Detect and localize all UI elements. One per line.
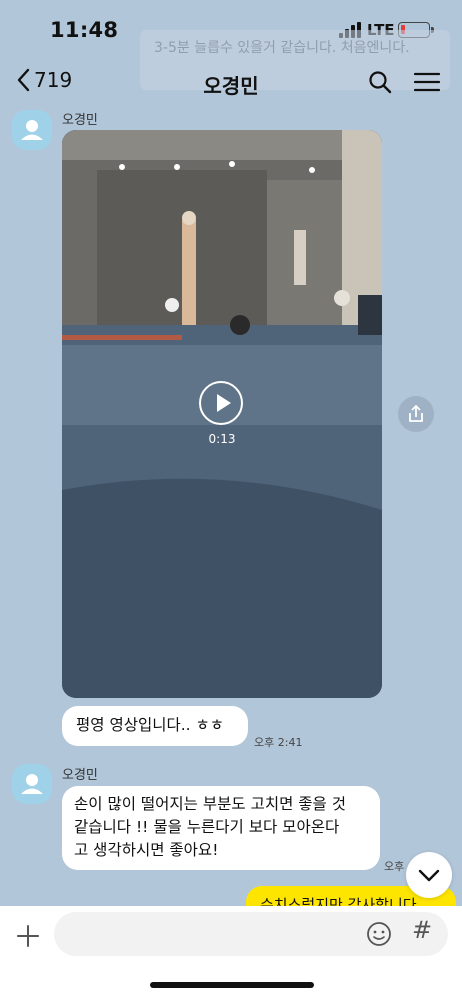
- message-bubble[interactable]: 손이 많이 떨어지는 부분도 고치면 좋을 것 같습니다 !! 물을 누른다기 …: [62, 786, 380, 870]
- share-icon: [409, 404, 423, 422]
- message-time: 오후 2:41: [254, 736, 303, 749]
- video-message[interactable]: 0:13: [62, 130, 382, 698]
- chat-title: 오경민: [203, 74, 259, 98]
- person-icon: [21, 774, 43, 794]
- chevron-down-icon: [418, 869, 440, 882]
- person-icon: [21, 120, 43, 140]
- message-bubble[interactable]: 평영 영상입니다.. ㅎㅎ: [62, 706, 248, 746]
- hash-icon[interactable]: #: [412, 916, 432, 944]
- search-icon[interactable]: [368, 70, 392, 94]
- sender-name: 오경민: [62, 113, 98, 128]
- avatar[interactable]: [12, 764, 52, 804]
- emoji-icon[interactable]: [366, 921, 392, 947]
- home-indicator: [150, 982, 314, 988]
- chat-header: 719 오경민: [0, 56, 462, 108]
- avatar[interactable]: [12, 110, 52, 150]
- message-line: 같습니다 !! 물을 누른다기 보다 모아온다: [74, 818, 340, 836]
- menu-icon[interactable]: [414, 72, 440, 92]
- message-line: 손이 많이 떨어지는 부분도 고치면 좋을 것: [74, 795, 346, 813]
- message-time: 오후: [384, 860, 405, 873]
- scroll-to-bottom-button[interactable]: [406, 852, 452, 898]
- message-line: 고 생각하시면 좋아요!: [74, 841, 219, 859]
- notice-text: 3-5분 늘릅수 있을거 같습니다. 처음엔니다.: [154, 40, 410, 56]
- share-button[interactable]: [398, 396, 434, 432]
- play-icon[interactable]: [199, 381, 243, 425]
- plus-icon[interactable]: [16, 924, 40, 948]
- status-time: 11:48: [50, 18, 119, 42]
- message-text: 평영 영상입니다.. ㅎㅎ: [76, 716, 225, 734]
- sender-name: 오경민: [62, 768, 98, 783]
- video-duration: 0:13: [208, 432, 236, 446]
